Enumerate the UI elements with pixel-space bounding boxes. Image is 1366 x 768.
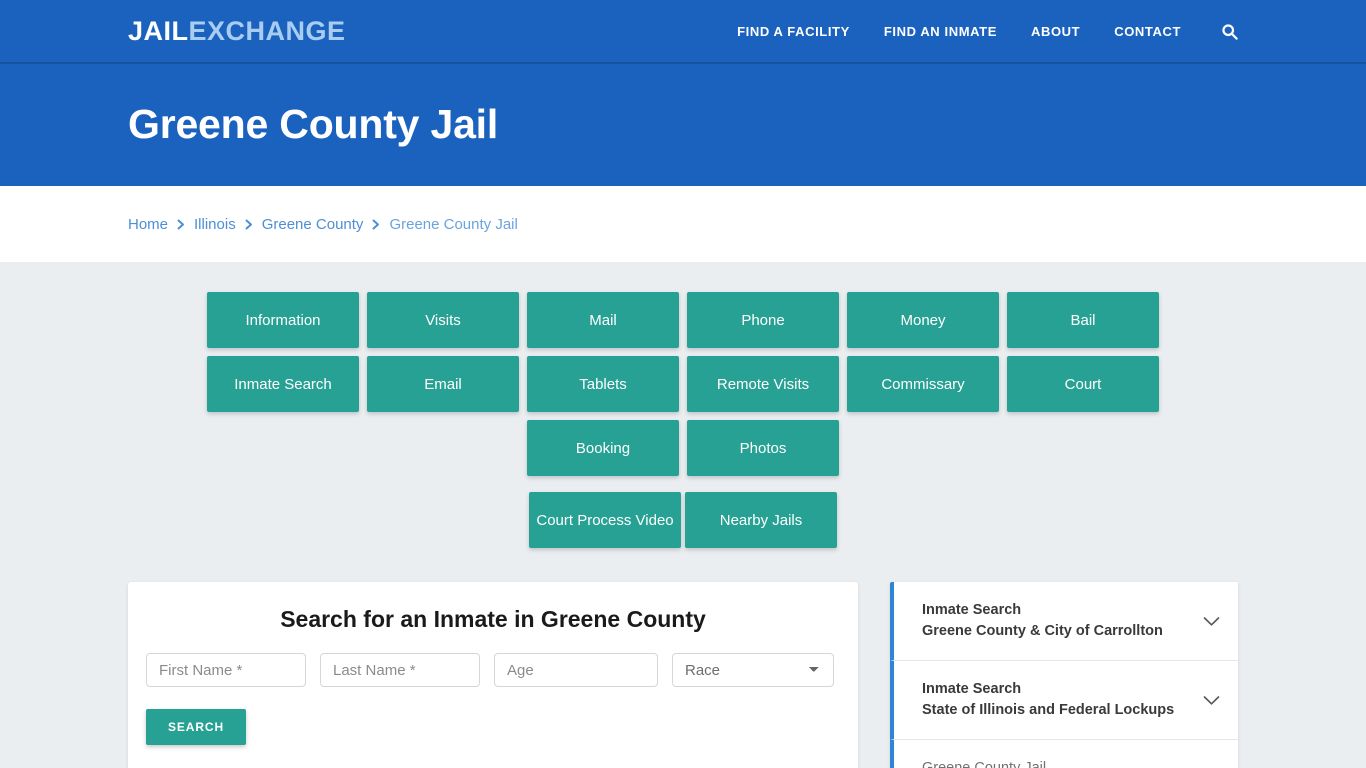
- tile-remote-visits[interactable]: Remote Visits: [687, 356, 839, 412]
- main-column: Search for an Inmate in Greene County Ra…: [128, 582, 858, 768]
- last-name-input[interactable]: [320, 653, 480, 687]
- age-input[interactable]: [494, 653, 658, 687]
- breadcrumb-item-home[interactable]: Home: [128, 216, 168, 233]
- main-navigation: FIND A FACILITY FIND AN INMATE ABOUT CON…: [737, 23, 1238, 40]
- facility-section-tiles-last-row: Court Process Video Nearby Jails: [128, 492, 1238, 548]
- accordion-item-text: Greene County Jail Contact Information: [922, 758, 1200, 768]
- hero-inner: Greene County Jail: [128, 102, 1238, 147]
- chevron-down-icon[interactable]: [1200, 695, 1222, 706]
- logo-text-exchange: EXCHANGE: [188, 15, 346, 46]
- nav-item-about[interactable]: ABOUT: [1031, 24, 1080, 39]
- content-columns: Search for an Inmate in Greene County Ra…: [128, 582, 1238, 768]
- accordion-item-line1: Inmate Search: [922, 602, 1022, 618]
- breadcrumb-item-greene-county-jail[interactable]: Greene County Jail: [389, 216, 517, 233]
- tile-email[interactable]: Email: [367, 356, 519, 412]
- tile-mail[interactable]: Mail: [527, 292, 679, 348]
- accordion-item-line1: Inmate Search: [922, 681, 1022, 698]
- race-select[interactable]: Race: [672, 653, 834, 687]
- accordion-item-inmate-search-state[interactable]: Inmate Search State of Illinois and Fede…: [890, 661, 1238, 741]
- nav-item-find-a-facility[interactable]: FIND A FACILITY: [737, 24, 850, 39]
- site-header: JAILEXCHANGE FIND A FACILITY FIND AN INM…: [0, 0, 1366, 64]
- accordion-item-line2: State of Illinois and Federal Lockups: [922, 702, 1175, 719]
- nav-item-contact[interactable]: CONTACT: [1114, 24, 1181, 39]
- search-form: Race: [146, 653, 840, 687]
- accordion-item-text: Inmate Search Greene County & City of Ca…: [922, 600, 1200, 642]
- header-inner: JAILEXCHANGE FIND A FACILITY FIND AN INM…: [128, 0, 1238, 62]
- site-logo[interactable]: JAILEXCHANGE: [128, 15, 346, 46]
- logo-text-jail: JAIL: [128, 15, 189, 46]
- tile-commissary[interactable]: Commissary: [847, 356, 999, 412]
- tile-visits[interactable]: Visits: [367, 292, 519, 348]
- tile-money[interactable]: Money: [847, 292, 999, 348]
- breadcrumb-bar: Home Illinois Greene County Greene Count…: [0, 186, 1366, 262]
- accordion-item-line1: Greene County Jail: [922, 758, 1200, 768]
- tile-nearby-jails[interactable]: Nearby Jails: [685, 492, 837, 548]
- search-button[interactable]: SEARCH: [146, 709, 246, 745]
- facility-section-tiles: Information Visits Mail Phone Money Bail…: [128, 292, 1238, 548]
- nav-item-find-an-inmate[interactable]: FIND AN INMATE: [884, 24, 997, 39]
- accordion-item-line2: Greene County & City of Carrollton: [922, 623, 1163, 640]
- sidebar-accordion: Inmate Search Greene County & City of Ca…: [890, 582, 1238, 768]
- page-container: Information Visits Mail Phone Money Bail…: [128, 292, 1238, 768]
- page-title: Greene County Jail: [128, 101, 499, 148]
- tile-booking[interactable]: Booking: [527, 420, 679, 476]
- breadcrumb-item-illinois[interactable]: Illinois: [194, 216, 236, 233]
- breadcrumb: Home Illinois Greene County Greene Count…: [128, 216, 1238, 233]
- search-icon[interactable]: [1221, 23, 1238, 40]
- hero-banner: Greene County Jail: [0, 64, 1366, 186]
- tile-inmate-search[interactable]: Inmate Search: [207, 356, 359, 412]
- search-heading: Search for an Inmate in Greene County: [280, 606, 706, 632]
- chevron-right-icon: [245, 219, 253, 230]
- tile-bail[interactable]: Bail: [1007, 292, 1159, 348]
- tile-photos[interactable]: Photos: [687, 420, 839, 476]
- chevron-right-icon: [372, 219, 380, 230]
- accordion-item-contact-information[interactable]: Greene County Jail Contact Information: [890, 740, 1238, 768]
- breadcrumb-item-greene-county[interactable]: Greene County: [262, 216, 364, 233]
- chevron-right-icon: [177, 219, 185, 230]
- accordion-item-text: Inmate Search State of Illinois and Fede…: [922, 679, 1200, 721]
- tile-phone[interactable]: Phone: [687, 292, 839, 348]
- sidebar-column: Inmate Search Greene County & City of Ca…: [890, 582, 1238, 768]
- chevron-down-icon[interactable]: [1200, 616, 1222, 627]
- tile-information[interactable]: Information: [207, 292, 359, 348]
- tile-court-process-video[interactable]: Court Process Video: [529, 492, 681, 548]
- first-name-input[interactable]: [146, 653, 306, 687]
- tile-court[interactable]: Court: [1007, 356, 1159, 412]
- accordion-item-inmate-search-county[interactable]: Inmate Search Greene County & City of Ca…: [890, 582, 1238, 662]
- page-body: Information Visits Mail Phone Money Bail…: [0, 262, 1366, 768]
- inmate-search-card: Search for an Inmate in Greene County Ra…: [128, 582, 858, 768]
- tile-tablets[interactable]: Tablets: [527, 356, 679, 412]
